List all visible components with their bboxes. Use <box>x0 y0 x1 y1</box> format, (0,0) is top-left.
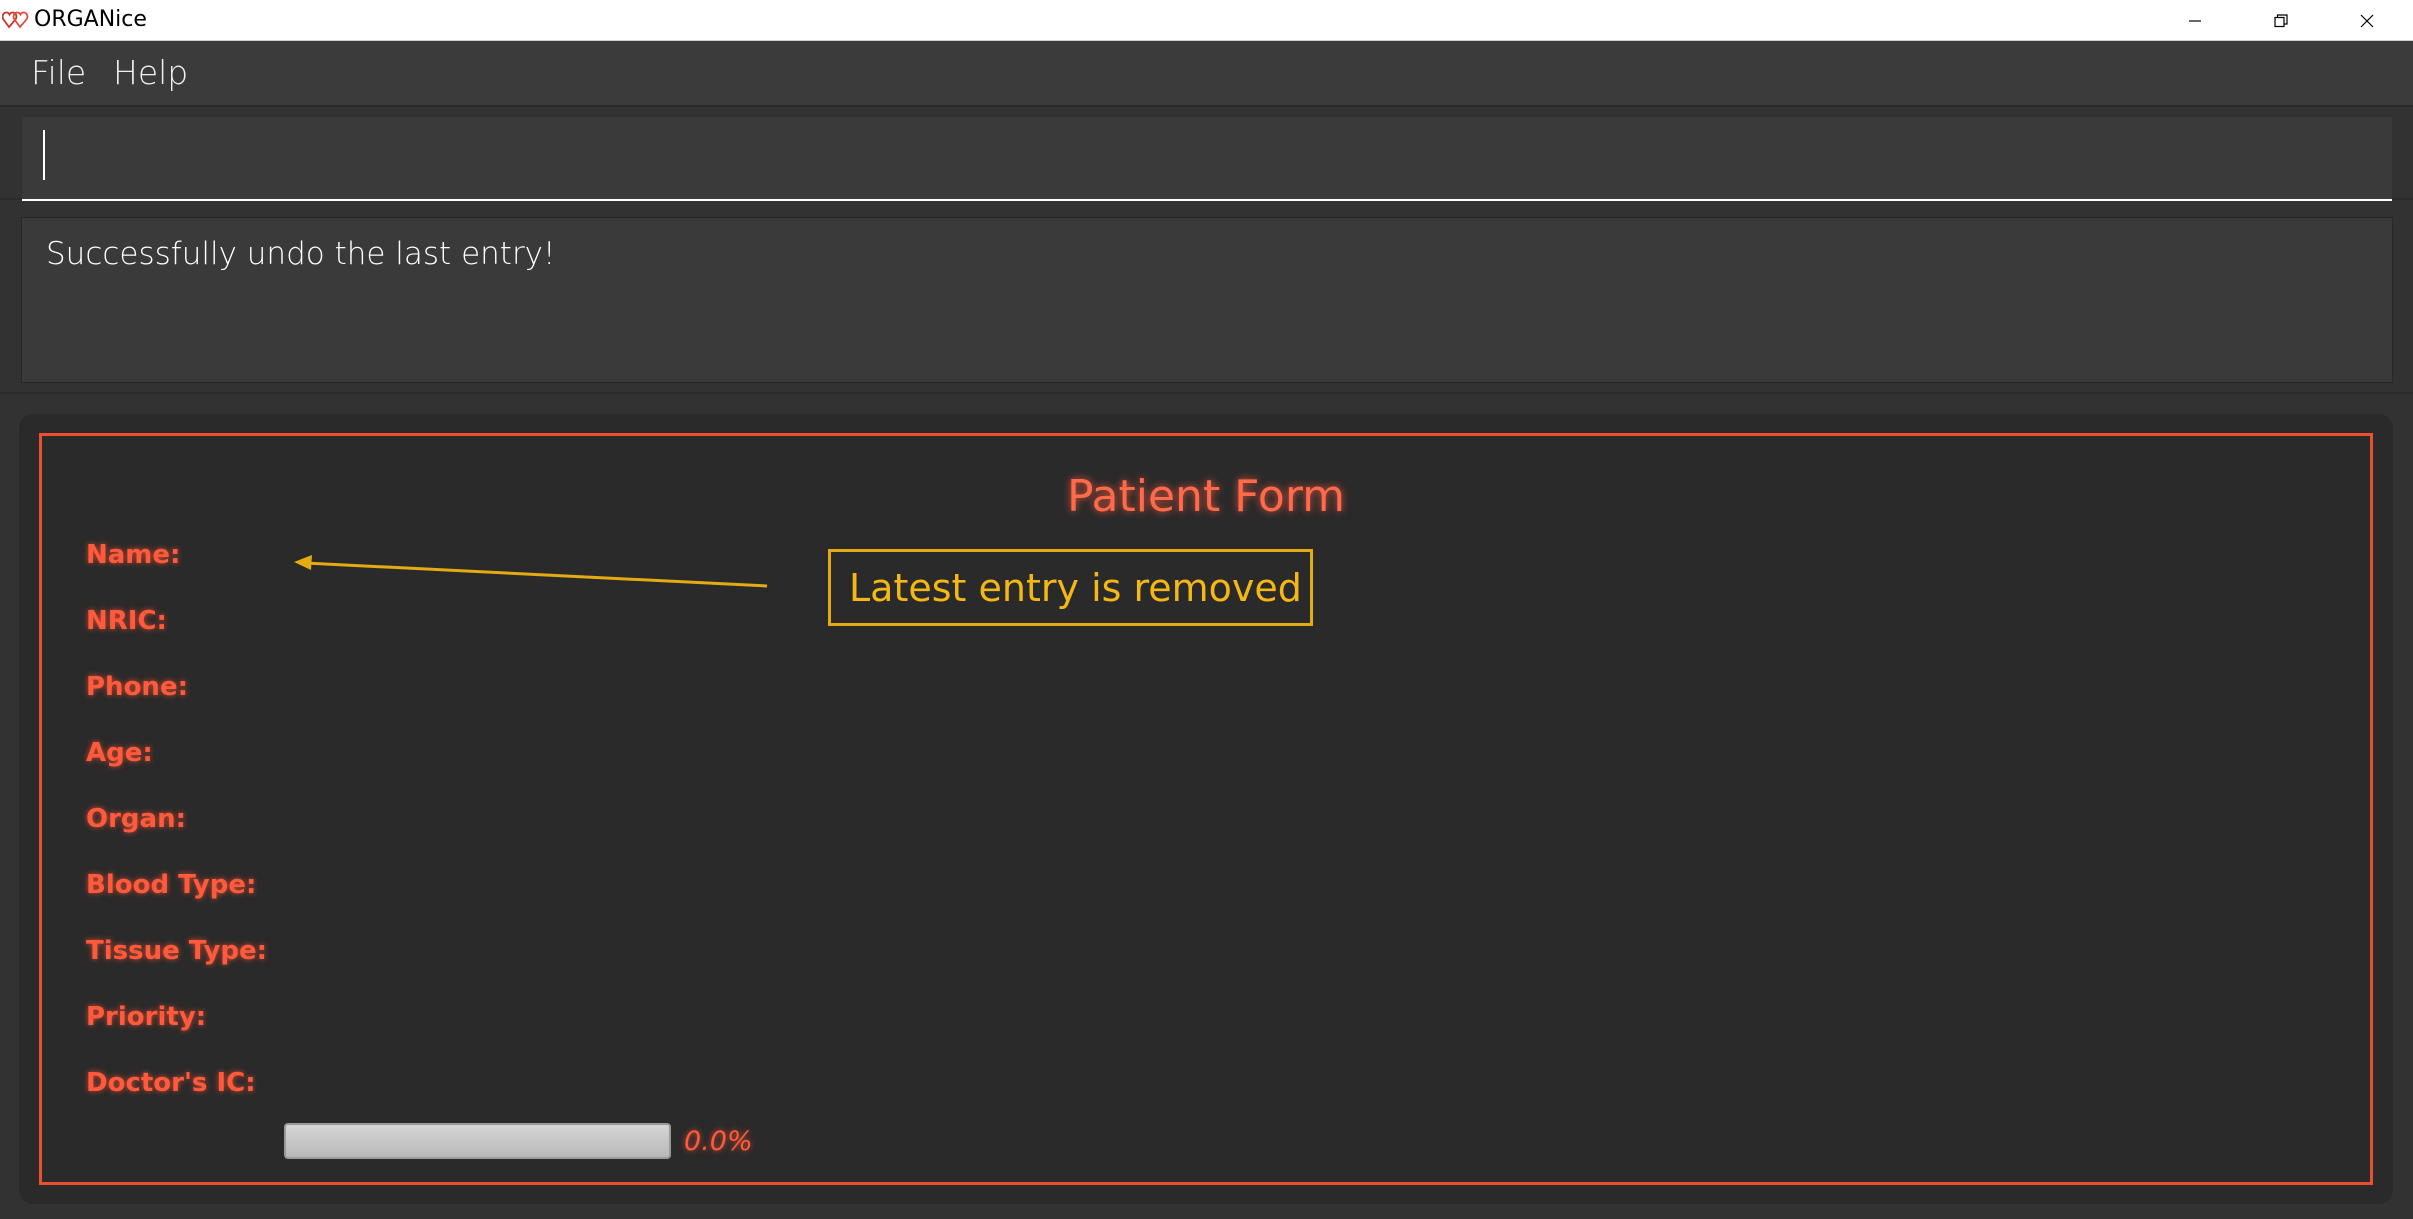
progress-text: 0.0% <box>684 1126 753 1157</box>
window-title: ORGANice <box>34 7 147 32</box>
restore-button[interactable] <box>2238 0 2324 41</box>
annotation-text: Latest entry is removed <box>849 565 1302 610</box>
text-caret <box>43 130 45 180</box>
restore-icon <box>2274 13 2288 27</box>
command-box-container <box>0 109 2413 201</box>
label-age: Age: <box>86 738 153 768</box>
menu-file[interactable]: File <box>27 53 90 93</box>
label-name: Name: <box>86 540 181 570</box>
label-phone: Phone: <box>86 672 188 702</box>
result-display[interactable]: Successfully undo the last entry! <box>21 217 2393 383</box>
title-bar: ORGANice <box>0 0 2413 41</box>
label-nric: NRIC: <box>86 606 167 636</box>
menu-help[interactable]: Help <box>109 53 192 93</box>
form-title: Patient Form <box>1066 471 1346 522</box>
command-input[interactable] <box>22 117 2392 201</box>
heart-logo-icon <box>2 11 29 29</box>
form-panel: Patient Form Name: NRIC: Phone: Age: Org… <box>19 414 2393 1204</box>
close-button[interactable] <box>2324 0 2410 41</box>
label-blood-type: Blood Type: <box>86 870 257 900</box>
patient-form: Patient Form Name: NRIC: Phone: Age: Org… <box>39 433 2373 1185</box>
label-tissue-type: Tissue Type: <box>86 936 268 966</box>
label-organ: Organ: <box>86 804 186 834</box>
annotation-callout: Latest entry is removed <box>828 549 1313 626</box>
menu-bar: File Help <box>0 41 2413 107</box>
label-doctor-ic: Doctor's IC: <box>86 1068 256 1098</box>
progress-bar <box>284 1123 671 1159</box>
close-icon <box>2360 14 2374 27</box>
result-message: Successfully undo the last entry! <box>46 236 556 272</box>
result-display-container: Successfully undo the last entry! <box>0 202 2413 394</box>
minimize-icon <box>2189 19 2201 22</box>
minimize-button[interactable] <box>2152 0 2238 41</box>
label-priority: Priority: <box>86 1002 207 1032</box>
